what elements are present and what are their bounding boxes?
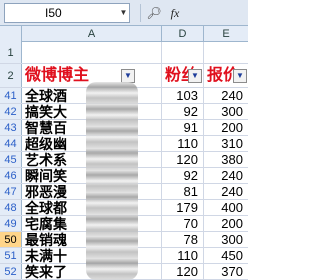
header-label-blogger: 微博博主 bbox=[25, 67, 90, 84]
row-header[interactable]: 2 bbox=[0, 64, 22, 87]
row-header[interactable]: 41 bbox=[0, 88, 22, 103]
row-header[interactable]: 44 bbox=[0, 136, 22, 151]
price-cell[interactable]: 240 bbox=[204, 184, 248, 199]
cell-a1[interactable] bbox=[22, 42, 162, 63]
price-cell[interactable]: 370 bbox=[204, 264, 248, 279]
price-cell[interactable]: 300 bbox=[204, 104, 248, 119]
filter-dropdown-icon[interactable]: ▼ bbox=[188, 69, 202, 83]
fans-cell[interactable]: 91 bbox=[162, 120, 204, 135]
privacy-blur-overlay bbox=[86, 82, 138, 280]
row-header[interactable]: 48 bbox=[0, 200, 22, 215]
filter-dropdown-icon[interactable]: ▼ bbox=[121, 69, 135, 83]
header-cell-fans[interactable]: 粉丝 ▼ bbox=[162, 64, 204, 87]
header-cell-price[interactable]: 报价 ▼ bbox=[204, 64, 248, 87]
fans-cell[interactable]: 110 bbox=[162, 136, 204, 151]
price-cell[interactable]: 240 bbox=[204, 168, 248, 183]
price-cell[interactable]: 240 bbox=[204, 88, 248, 103]
fans-cell[interactable]: 120 bbox=[162, 152, 204, 167]
select-all-corner[interactable] bbox=[0, 26, 22, 42]
fans-cell[interactable]: 179 bbox=[162, 200, 204, 215]
fans-cell[interactable]: 70 bbox=[162, 216, 204, 231]
column-header-d[interactable]: D bbox=[162, 26, 204, 42]
name-box[interactable]: I50 bbox=[4, 3, 130, 23]
insert-function-button[interactable]: fx bbox=[166, 4, 184, 22]
row-header[interactable]: 46 bbox=[0, 168, 22, 183]
column-header-a[interactable]: A bbox=[22, 26, 162, 42]
price-cell[interactable]: 300 bbox=[204, 232, 248, 247]
cell-reference: I50 bbox=[45, 6, 62, 20]
fans-cell[interactable]: 92 bbox=[162, 168, 204, 183]
row-header[interactable]: 43 bbox=[0, 120, 22, 135]
price-cell[interactable]: 380 bbox=[204, 152, 248, 167]
fans-cell[interactable]: 81 bbox=[162, 184, 204, 199]
column-header-row: A D E bbox=[0, 26, 248, 42]
cell-d1[interactable] bbox=[162, 42, 204, 63]
magnifier-icon[interactable]: 🔎︎ bbox=[146, 5, 162, 21]
formula-bar-divider bbox=[140, 4, 141, 22]
row-header[interactable]: 45 bbox=[0, 152, 22, 167]
column-header-e[interactable]: E bbox=[204, 26, 248, 42]
fans-cell[interactable]: 110 bbox=[162, 248, 204, 263]
filter-dropdown-icon[interactable]: ▼ bbox=[233, 69, 247, 83]
row-header[interactable]: 49 bbox=[0, 216, 22, 231]
fans-cell[interactable]: 103 bbox=[162, 88, 204, 103]
price-cell[interactable]: 310 bbox=[204, 136, 248, 151]
price-cell[interactable]: 450 bbox=[204, 248, 248, 263]
row-header[interactable]: 47 bbox=[0, 184, 22, 199]
fans-cell[interactable]: 120 bbox=[162, 264, 204, 279]
cell-e1[interactable] bbox=[204, 42, 248, 63]
formula-bar: I50 ▼ 🔎︎ fx bbox=[0, 0, 248, 26]
row-header[interactable]: 1 bbox=[0, 42, 22, 63]
fans-cell[interactable]: 92 bbox=[162, 104, 204, 119]
price-cell[interactable]: 200 bbox=[204, 216, 248, 231]
price-cell[interactable]: 200 bbox=[204, 120, 248, 135]
table-row: 1 bbox=[0, 42, 248, 64]
name-box-dropdown-icon[interactable]: ▼ bbox=[118, 4, 129, 22]
fans-cell[interactable]: 78 bbox=[162, 232, 204, 247]
row-header[interactable]: 42 bbox=[0, 104, 22, 119]
price-cell[interactable]: 400 bbox=[204, 200, 248, 215]
row-header-selected[interactable]: 50 bbox=[0, 232, 22, 247]
row-header[interactable]: 51 bbox=[0, 248, 22, 263]
row-header[interactable]: 52 bbox=[0, 264, 22, 279]
